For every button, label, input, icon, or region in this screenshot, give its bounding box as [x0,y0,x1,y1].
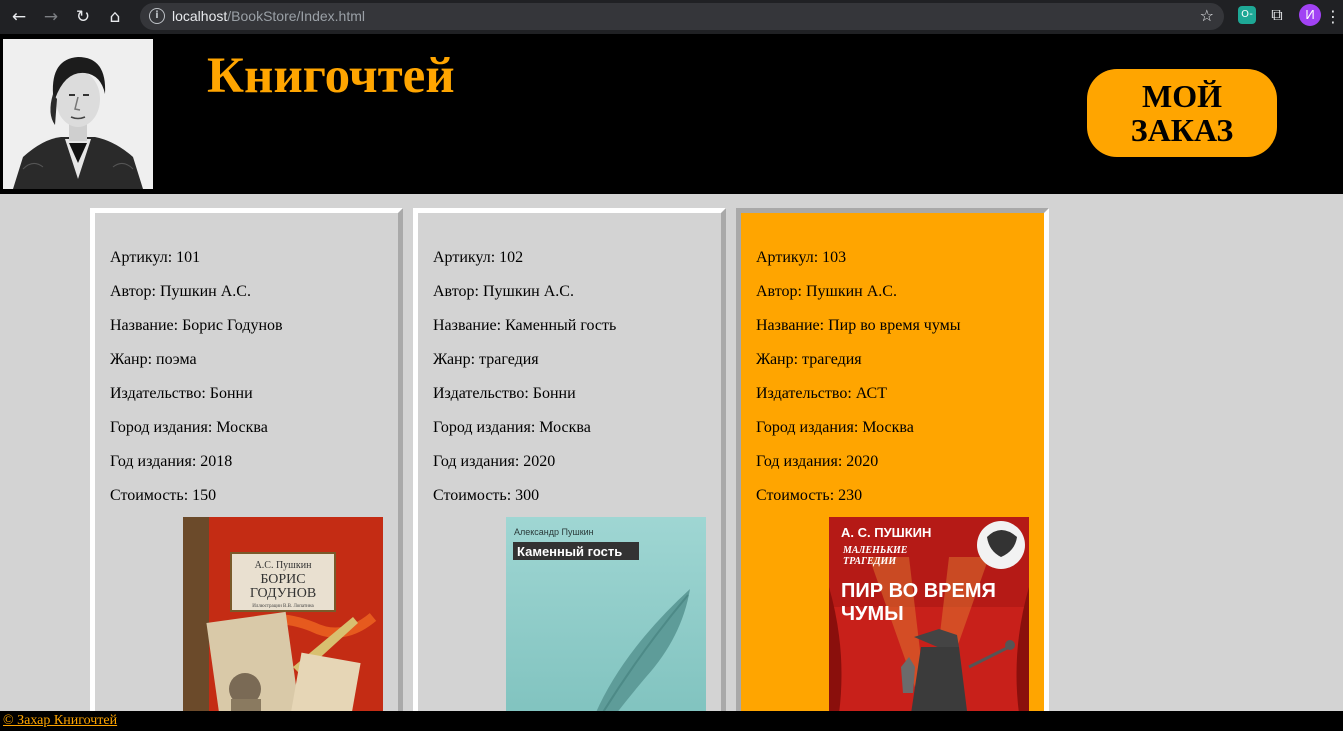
my-order-button[interactable]: МОЙ ЗАКАЗ [1087,69,1277,157]
cover-title-line1: ПИР ВО ВРЕМЯ [841,580,996,602]
gogol-portrait-image [3,39,153,189]
my-order-label-line2: ЗАКАЗ [1130,112,1234,148]
book-article: Артикул: 102 [433,249,524,266]
book-author: Автор: Пушкин А.С. [110,283,251,300]
browser-toolbar: ← → ↻ ⌂ i localhost/BookStore/Index.html… [0,0,1343,34]
book-cover-image: А.С. Пушкин БОРИС ГОДУНОВ Иллюстрации В.… [183,517,383,713]
book-price: Стоимость: 300 [433,487,540,504]
book-genre: Жанр: трагедия [433,351,539,368]
book-price: Стоимость: 150 [110,487,217,504]
home-icon[interactable]: ⌂ [103,5,127,29]
site-header: Книгочтей МОЙ ЗАКАЗ [0,34,1343,194]
url-text[interactable]: localhost/BookStore/Index.html [172,8,365,25]
password-extension-icon[interactable]: O- [1238,6,1256,24]
book-publisher: Издательство: Бонни [433,385,576,402]
book-year: Год издания: 2020 [433,453,556,470]
back-arrow-icon[interactable]: ← [7,5,31,29]
book-author: Автор: Пушкин А.С. [433,283,574,300]
reload-icon[interactable]: ↻ [71,5,95,29]
cover-title-line1: БОРИС [260,572,305,587]
footer-copyright-link[interactable]: © Захар Книгочтей [3,713,117,729]
site-title: Книгочтей [207,48,455,104]
book-publisher: Издательство: Бонни [110,385,253,402]
cover-author: А. С. ПУШКИН [841,525,931,540]
book-publisher: Издательство: АСТ [756,385,887,402]
book-city: Город издания: Москва [756,419,914,436]
book-genre: Жанр: трагедия [756,351,862,368]
book-card-101[interactable]: Артикул: 101 Автор: Пушкин А.С. Название… [90,208,403,718]
cover-author: Александр Пушкин [514,527,594,537]
cover-title: Каменный гость [517,544,622,559]
site-footer: © Захар Книгочтей [0,711,1343,731]
book-name: Название: Борис Годунов [110,317,283,334]
book-name: Название: Пир во время чумы [756,317,961,334]
book-genre: Жанр: поэма [110,351,197,368]
book-city: Город издания: Москва [110,419,268,436]
cover-series-line1: МАЛЕНЬКИЕ [842,545,908,556]
book-city: Город издания: Москва [433,419,591,436]
my-order-label-line1: МОЙ [1142,78,1222,114]
book-article: Артикул: 101 [110,249,201,266]
cover-illustrator: Иллюстрации В.В. Лопатина [252,604,314,609]
forward-arrow-icon[interactable]: → [39,5,63,29]
site-info-icon[interactable]: i [149,8,165,24]
cover-series-line2: ТРАГЕДИИ [843,556,897,567]
book-cover-image: Александр Пушкин Каменный гость [506,517,706,713]
bookmark-star-icon[interactable]: ☆ [1200,5,1214,27]
cover-author: А.С. Пушкин [255,560,313,571]
profile-avatar[interactable]: И [1299,4,1321,26]
book-card-102[interactable]: Артикул: 102 Автор: Пушкин А.С. Название… [413,208,726,718]
browser-menu-icon[interactable]: ⋮ [1325,5,1341,29]
address-bar[interactable]: i localhost/BookStore/Index.html ☆ [140,3,1224,30]
book-author: Автор: Пушкин А.С. [756,283,897,300]
cover-title-line2: ГОДУНОВ [250,586,316,601]
extensions-puzzle-icon[interactable]: ⧉ [1268,6,1286,24]
book-name: Название: Каменный гость [433,317,617,334]
book-article: Артикул: 103 [756,249,847,266]
book-price: Стоимость: 230 [756,487,863,504]
book-card-103[interactable]: Артикул: 103 Автор: Пушкин А.С. Название… [736,208,1049,718]
book-year: Год издания: 2020 [756,453,879,470]
book-year: Год издания: 2018 [110,453,233,470]
book-cover-image: А. С. ПУШКИН МАЛЕНЬКИЕ ТРАГЕДИИ ПИР ВО В… [829,517,1029,713]
cover-title-line2: ЧУМЫ [841,603,904,625]
